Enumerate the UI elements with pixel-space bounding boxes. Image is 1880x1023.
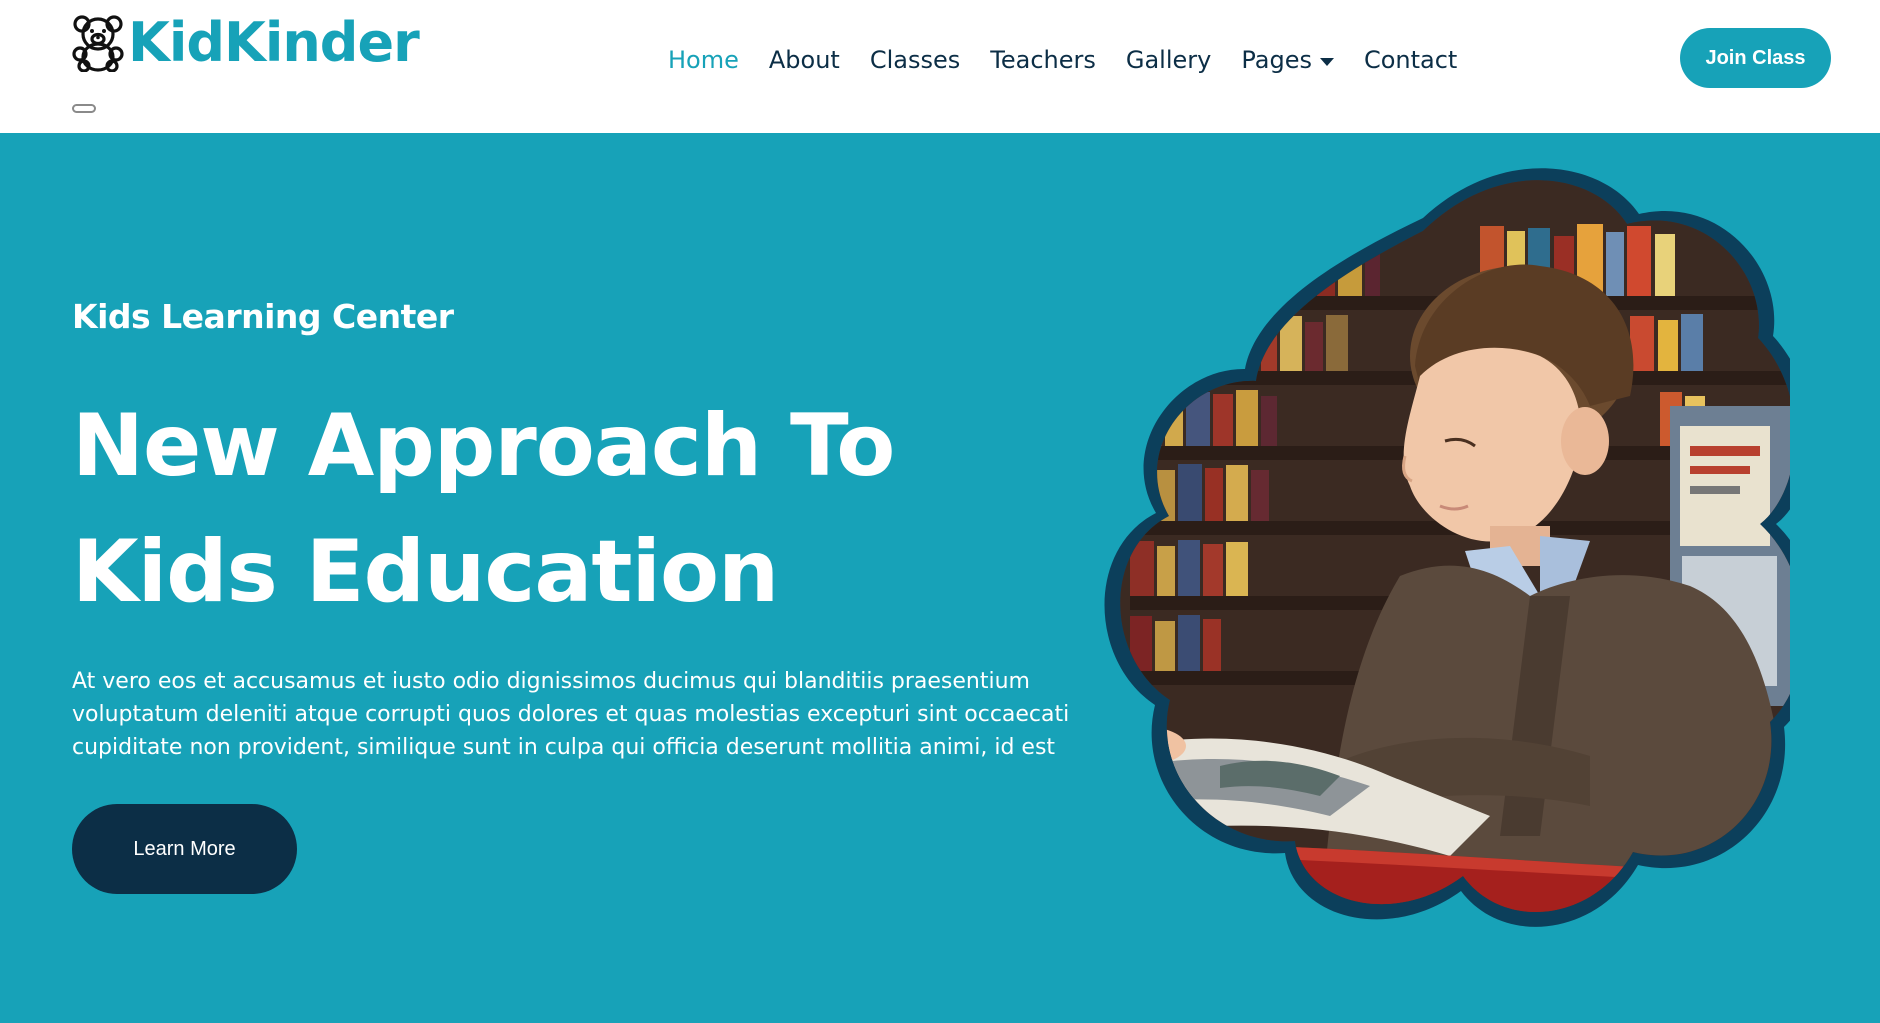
nav-pages-dropdown[interactable]: Pages — [1241, 46, 1334, 74]
brand-logo[interactable]: KidKinder — [72, 10, 420, 76]
nav-teachers-link[interactable]: Teachers — [990, 46, 1096, 74]
brand-name: KidKinder — [128, 11, 420, 74]
nav-pages-label: Pages — [1241, 46, 1312, 74]
teddy-bear-icon — [72, 15, 124, 72]
hero-description: At vero eos et accusamus et iusto odio d… — [72, 669, 1070, 760]
main-nav: Home About Classes Teachers Gallery Page… — [668, 36, 1457, 84]
caret-down-icon — [1319, 58, 1334, 66]
site-header: KidKinder Home About Classes Teachers Ga… — [0, 0, 1880, 133]
join-class-button[interactable]: Join Class — [1680, 28, 1831, 88]
nav-home-link[interactable]: Home — [668, 46, 739, 74]
hero-subtitle: Kids Learning Center — [72, 297, 454, 336]
hero-title: New Approach To Kids Education — [72, 396, 895, 622]
nav-contact-link[interactable]: Contact — [1364, 46, 1457, 74]
nav-about-link[interactable]: About — [769, 46, 840, 74]
hero-section: Kids Learning Center New Approach To Kid… — [0, 133, 1880, 1023]
nav-gallery-link[interactable]: Gallery — [1126, 46, 1211, 74]
learn-more-button[interactable]: Learn More — [72, 804, 297, 894]
navbar-toggler-button[interactable] — [72, 104, 96, 113]
nav-classes-link[interactable]: Classes — [870, 46, 960, 74]
hero-image — [1104, 168, 1790, 927]
